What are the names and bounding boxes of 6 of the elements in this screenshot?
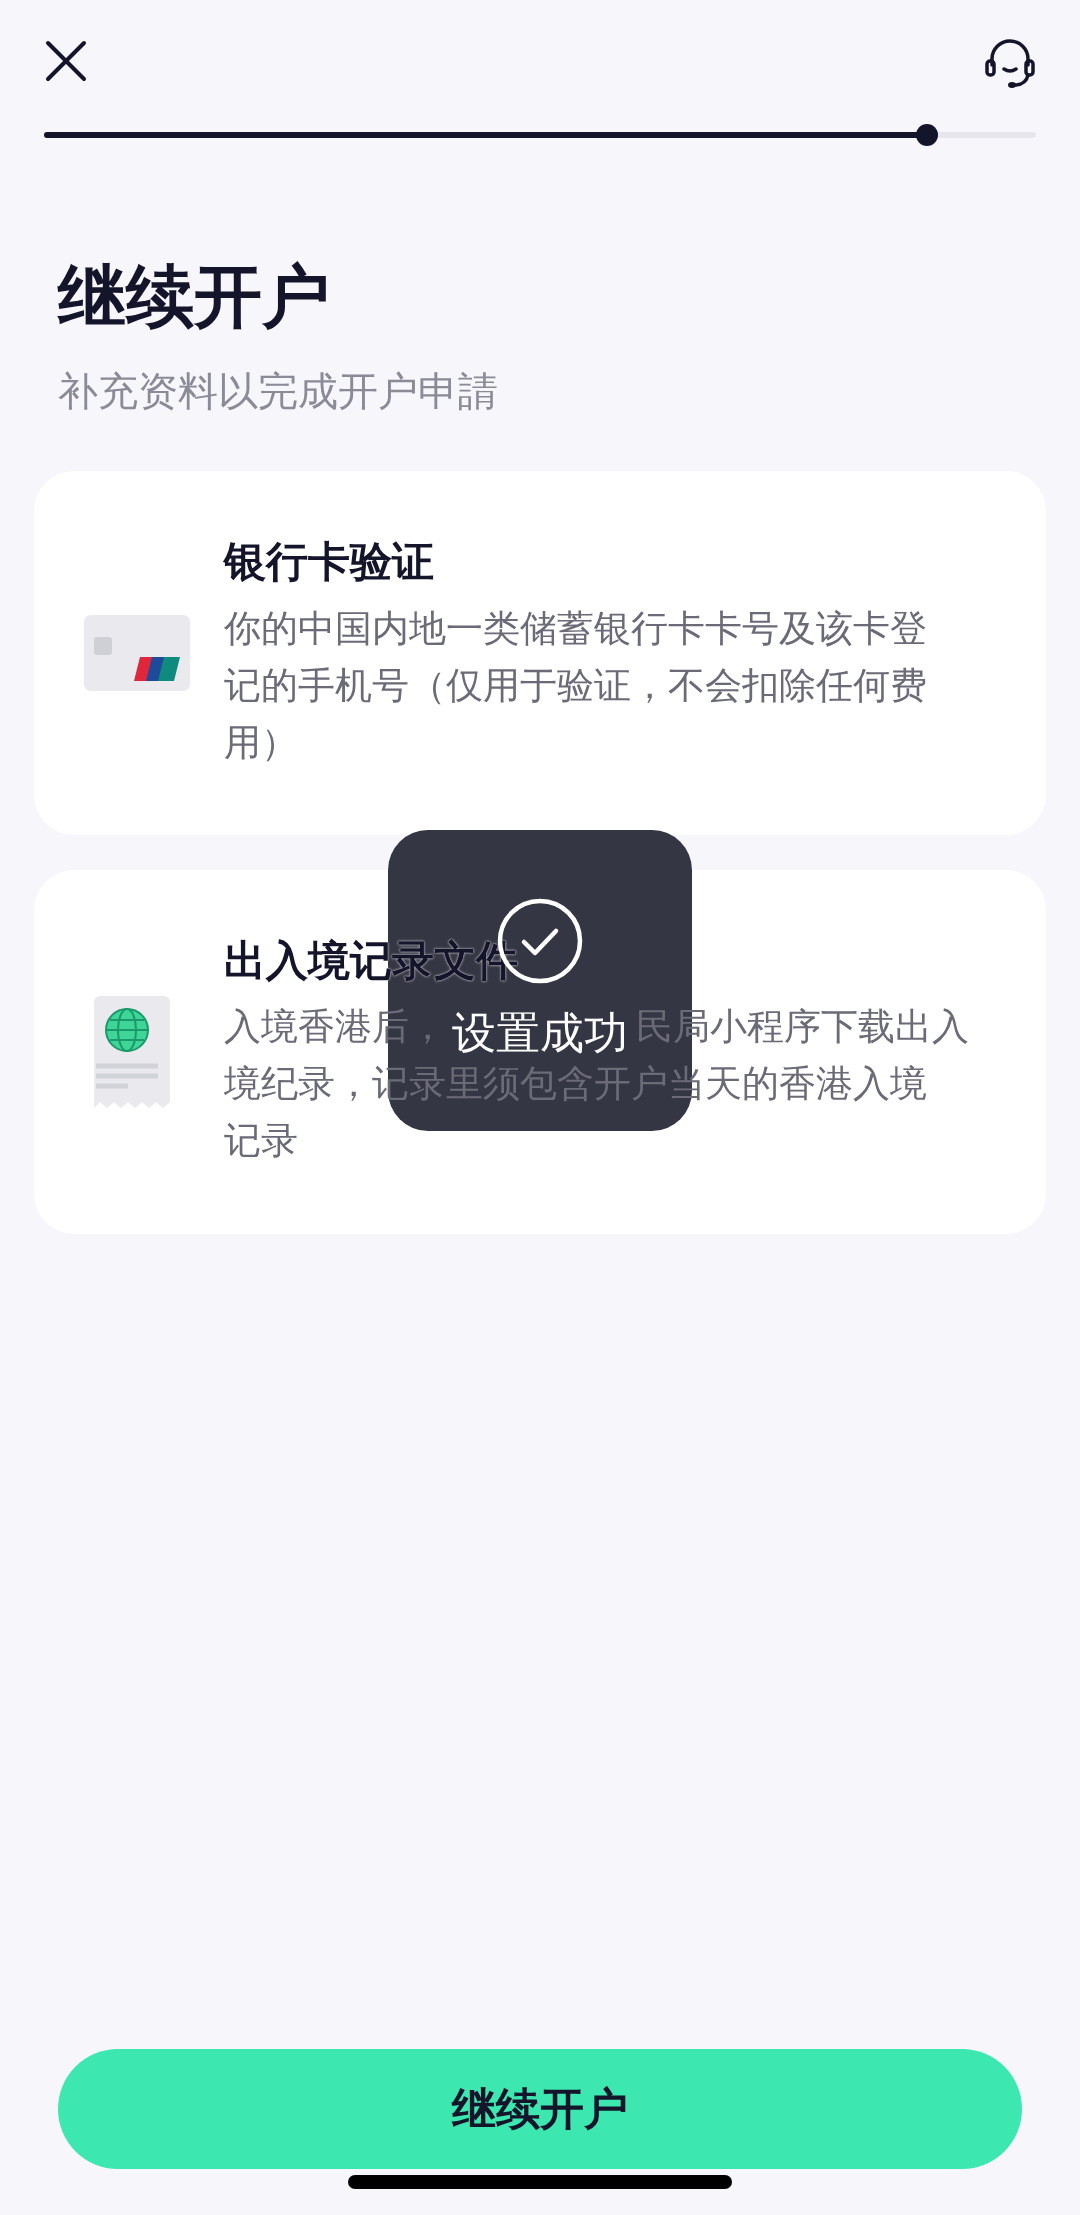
card-description: 记录 xyxy=(224,1121,298,1162)
page-subtitle: 补充资料以完成开户申請 xyxy=(58,366,499,416)
toast-message: 设置成功 xyxy=(452,1006,628,1060)
card-description: 你的中国内地一类储蓄银行卡卡号及该卡登记的手机号（仅用于验证，不会扣除任何费用） xyxy=(224,606,928,767)
page-title: 继续开户 xyxy=(58,256,331,338)
card-title: 银行卡验证 xyxy=(224,536,434,589)
